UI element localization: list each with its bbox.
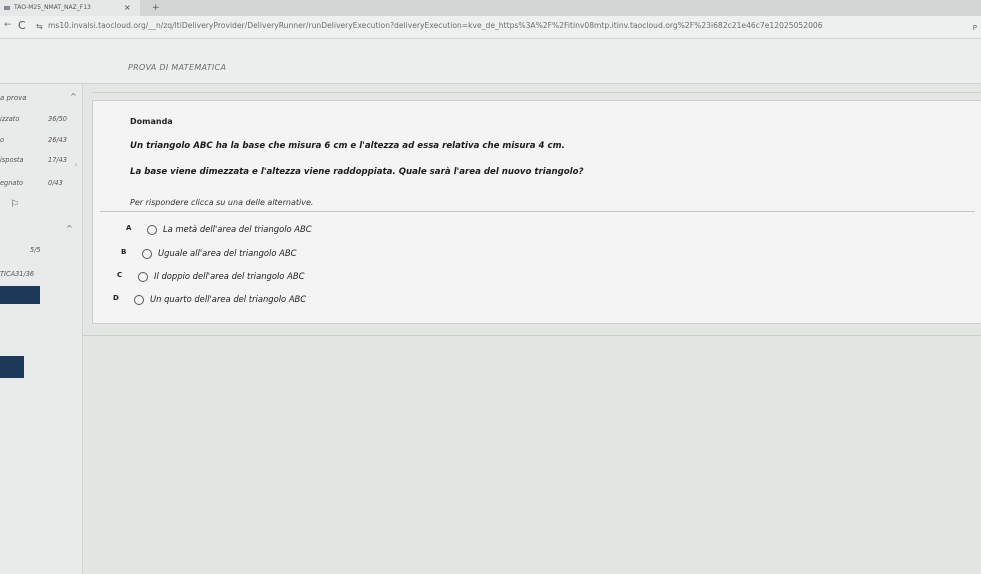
app-header: PROVA DI MATEMATICA [0, 39, 981, 84]
sidebar-block[interactable] [0, 356, 24, 378]
sidebar-header: a prova [0, 94, 27, 102]
question-instruction: Per rispondere clicca su una delle alter… [130, 198, 314, 207]
stat-value: 36/50 [48, 115, 68, 123]
radio-button[interactable] [134, 295, 144, 305]
page-title: PROVA DI MATEMATICA [128, 63, 227, 72]
browser-tab[interactable]: TAO-M25_NMAT_NAZ_F13 × [0, 0, 140, 16]
option-letter: C [117, 271, 123, 279]
new-tab-icon[interactable]: + [152, 0, 160, 16]
tab-title: TAO-M25_NMAT_NAZ_F13 [14, 4, 91, 11]
stat-label: o [0, 136, 5, 144]
option-label[interactable]: Il doppio dell'area del triangolo ABC [154, 271, 304, 281]
address-bar: ← C ⇆ ms10.invalsi.taocloud.org/__n/zq/l… [0, 16, 981, 39]
section-caret-icon[interactable]: ^ [66, 224, 73, 233]
sidebar-stat-flagged: egnato 0/43 [0, 179, 80, 187]
divider [100, 211, 975, 212]
option-label[interactable]: Uguale all'area del triangolo ABC [158, 248, 296, 258]
answer-option-b[interactable]: B Uguale all'area del triangolo ABC [121, 248, 621, 262]
stat-value: 17/43 [48, 156, 68, 164]
answer-option-a[interactable]: A La metà dell'area del triangolo ABC [126, 224, 626, 238]
sidebar-stat-viewed: o 26/43 [0, 136, 80, 144]
back-arrow-icon[interactable]: ← [4, 20, 12, 30]
panel-top-rule [92, 92, 981, 93]
browser-tab-bar: TAO-M25_NMAT_NAZ_F13 × + [0, 0, 981, 16]
sidebar-stat-answered: izzato 36/50 [0, 115, 80, 123]
url-field[interactable]: ms10.invalsi.taocloud.org/__n/zq/ltiDeli… [48, 21, 973, 30]
flag-icon[interactable]: ⚐ [10, 199, 19, 210]
sidebar-collapse-arrow-icon[interactable]: ‹ [74, 160, 78, 170]
content-bottom-rule [82, 335, 981, 336]
stat-label: egnato [0, 179, 24, 187]
section-score: 5/5 [30, 246, 41, 254]
question-text-2: La base viene dimezzata e l'altezza vien… [130, 167, 584, 177]
question-panel [92, 100, 981, 324]
question-text-1: Un triangolo ABC ha la base che misura 6… [130, 141, 565, 151]
stat-value: 0/43 [48, 179, 63, 187]
answer-option-d[interactable]: D Un quarto dell'area del triangolo ABC [113, 294, 613, 308]
site-info-icon[interactable]: ⇆ [36, 22, 43, 31]
reload-icon[interactable]: C [18, 19, 26, 32]
stat-label: isposta [0, 156, 24, 164]
stat-value: 26/43 [48, 136, 68, 144]
collapse-caret-icon[interactable]: ^ [70, 92, 77, 101]
active-question-indicator[interactable] [0, 286, 40, 304]
radio-button[interactable] [138, 272, 148, 282]
option-label[interactable]: La metà dell'area del triangolo ABC [163, 224, 312, 234]
option-letter: B [121, 248, 127, 256]
option-letter: A [126, 224, 132, 232]
sidebar-stat-unanswered: isposta 17/43 [0, 156, 80, 164]
section-label[interactable]: TICA31/36 [0, 270, 34, 278]
question-heading: Domanda [130, 117, 173, 126]
radio-button[interactable] [147, 225, 157, 235]
option-label[interactable]: Un quarto dell'area del triangolo ABC [150, 294, 306, 304]
radio-button[interactable] [142, 249, 152, 259]
profile-icon[interactable]: P [973, 24, 977, 32]
answer-option-c[interactable]: C Il doppio dell'area del triangolo ABC [117, 271, 617, 285]
sidebar: a prova ^ izzato 36/50 o 26/43 isposta 1… [0, 84, 83, 574]
stat-label: izzato [0, 115, 20, 123]
tab-favicon-icon [4, 6, 10, 10]
option-letter: D [113, 294, 119, 302]
tab-close-icon[interactable]: × [124, 0, 131, 16]
